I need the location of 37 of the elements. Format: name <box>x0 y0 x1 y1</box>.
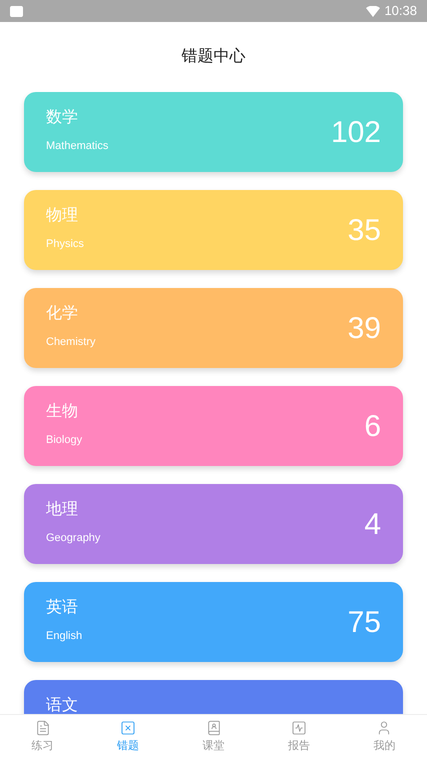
mistake-count: 6 <box>364 408 381 444</box>
chart-icon <box>290 720 307 736</box>
subject-name: 生物 <box>46 402 79 422</box>
cross-document-icon <box>120 720 136 736</box>
tab-bar-item[interactable]: 我的 <box>342 715 427 759</box>
subject-card[interactable]: 语文 <box>24 680 403 714</box>
subject-card[interactable]: 生物 Biology 6 <box>24 386 403 466</box>
mistake-count: 102 <box>330 114 381 150</box>
subject-name: 语文 <box>46 696 78 714</box>
subject-card[interactable]: 地理 Geography 4 <box>24 484 403 564</box>
subject-name: 地理 <box>46 500 79 520</box>
tab-bar-item[interactable]: 课堂 <box>170 715 256 759</box>
tab-bar-item[interactable]: 错题 <box>85 715 171 759</box>
mistake-count: 35 <box>348 212 381 248</box>
subject-english-name: Chemistry <box>46 335 96 350</box>
subject-english-name: Geography <box>46 531 100 546</box>
mistake-count: 39 <box>348 310 381 346</box>
person-book-icon <box>206 720 222 736</box>
subject-name: 物理 <box>46 206 79 226</box>
subject-card[interactable]: 化学 Chemistry 39 <box>24 288 403 368</box>
subject-name: 英语 <box>46 598 79 618</box>
wifi-icon <box>366 6 380 16</box>
status-time: 10:38 <box>384 2 417 20</box>
subject-english-name: Mathematics <box>46 139 108 154</box>
mistake-count: 75 <box>348 604 381 640</box>
tab-bar-item[interactable]: 报告 <box>256 715 342 759</box>
subject-english-name: Physics <box>46 237 84 252</box>
tab-bar-item[interactable]: 练习 <box>0 715 86 759</box>
subject-english-name: Biology <box>46 433 82 448</box>
subject-name: 化学 <box>46 304 79 324</box>
note-icon <box>34 720 51 736</box>
page-title: 错题中心 <box>182 46 246 67</box>
subject-card[interactable]: 英语 English 75 <box>24 582 403 662</box>
subject-english-name: English <box>46 629 82 644</box>
mistake-count: 4 <box>364 506 381 542</box>
subject-card[interactable]: 数学 Mathematics 102 <box>24 92 403 172</box>
subject-name: 数学 <box>46 108 79 128</box>
